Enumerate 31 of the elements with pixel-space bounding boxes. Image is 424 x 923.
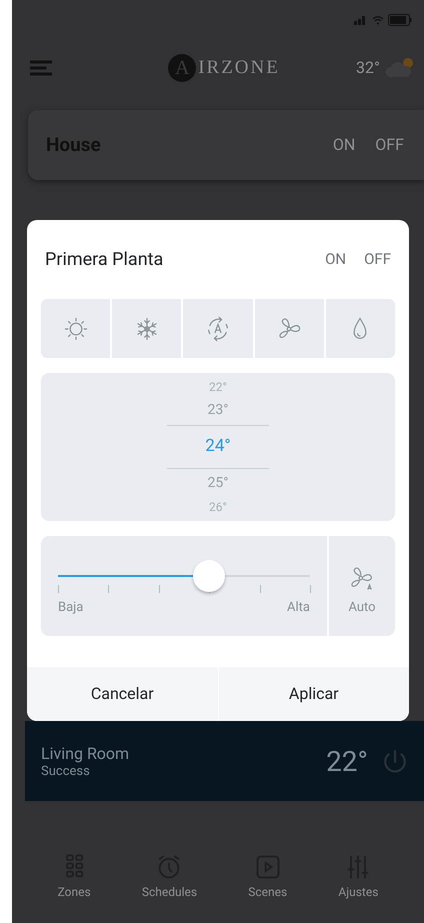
logo-text: IRZONE [198, 56, 280, 80]
slider-min-label: Baja [58, 599, 84, 618]
temperature-option[interactable]: 22° [209, 378, 227, 396]
weather-temperature: 32° [356, 57, 380, 79]
temperature-option[interactable]: 25° [208, 468, 228, 498]
nav-tab[interactable]: Scenes [248, 853, 288, 901]
auto-fan-button[interactable]: Auto [327, 536, 395, 636]
menu-icon[interactable] [30, 59, 52, 77]
zone-temperature: 22° [326, 744, 368, 780]
on-button[interactable]: ON [332, 133, 356, 157]
battery-icon [388, 14, 412, 26]
temperature-picker[interactable]: 22° 23° 24° 25° 26° [41, 373, 395, 521]
power-icon[interactable] [382, 749, 408, 775]
off-button[interactable]: OFF [375, 133, 404, 157]
temperature-option[interactable]: 23° [208, 396, 228, 426]
nav-tab[interactable]: Ajustes [338, 853, 378, 901]
nav-tab[interactable]: Zones [58, 853, 91, 901]
slider-thumb[interactable] [193, 560, 226, 592]
on-button[interactable]: ON [325, 248, 346, 271]
zone-name: Living Room [41, 744, 130, 764]
signal-icon [354, 15, 368, 25]
dialog-button[interactable]: Cancelar [27, 667, 218, 721]
dialog-title: Primera Planta [45, 248, 164, 272]
nav-tab[interactable]: Schedules [142, 853, 198, 901]
slider-max-label: Alta [287, 599, 310, 618]
off-button[interactable]: OFF [364, 248, 391, 271]
zone-status: Success [41, 764, 91, 780]
temperature-option[interactable]: 26° [209, 498, 227, 516]
temperature-option[interactable]: 24° [167, 425, 269, 469]
wifi-icon [372, 15, 384, 25]
cloud-sun-icon [384, 57, 414, 79]
